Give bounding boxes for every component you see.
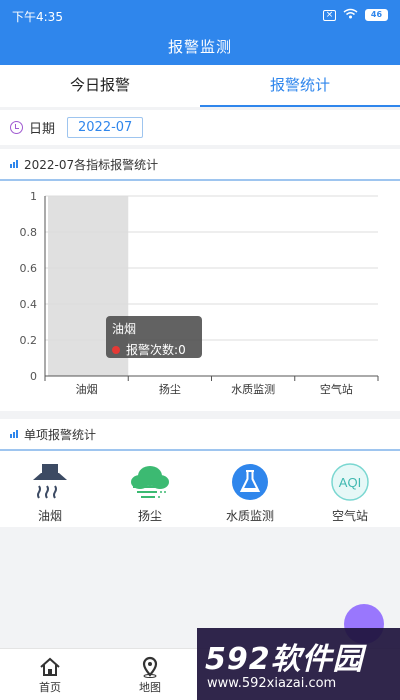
alarm-bar-chart[interactable]: 00.20.40.60.81油烟 扬尘 水质监测 空气站	[0, 183, 400, 411]
stat-item-air-station[interactable]: AQI 空气站	[300, 461, 400, 524]
tab-today-alarms[interactable]: 今日报警	[0, 65, 200, 107]
nav-home-label: 首页	[39, 681, 61, 694]
home-icon	[0, 655, 100, 679]
y-tick-label: 0.2	[20, 334, 38, 347]
watermark-brand: 592软件园	[205, 642, 364, 677]
chart-tooltip: 油烟 报警次数: 0	[106, 316, 202, 358]
stat-item-label: 空气站	[331, 509, 368, 523]
stat-item-dust[interactable]: 扬尘	[100, 461, 200, 524]
wifi-icon	[343, 8, 358, 22]
tab-alarm-statistics[interactable]: 报警统计	[200, 65, 400, 107]
tooltip-title: 油烟	[112, 322, 137, 336]
aqi-icon: AQI	[300, 461, 400, 503]
y-tick-label: 0	[30, 370, 37, 383]
stat-item-oil-fume[interactable]: 油烟	[0, 461, 100, 524]
watermark: 592软件园 www.592xiazai.com	[197, 628, 400, 700]
x-tick-label: 油烟	[76, 382, 98, 396]
date-label: 日期	[29, 122, 56, 137]
chart-card-header: 2022-07各指标报警统计	[0, 149, 400, 181]
date-filter: 日期 2022-07	[0, 110, 400, 145]
notification-icon: ×	[323, 9, 336, 21]
single-stats-card: 单项报警统计 油烟 扬尘 水质监测 AQI 空气站	[0, 419, 400, 527]
y-tick-label: 0.4	[20, 298, 38, 311]
x-tick-label: 水质监测	[231, 383, 275, 396]
date-picker[interactable]: 2022-07	[67, 117, 144, 138]
range-hood-icon	[0, 461, 100, 503]
svg-text:AQI: AQI	[339, 475, 361, 490]
status-time: 下午4:35	[12, 10, 63, 24]
status-icons: × 46	[323, 8, 388, 22]
nav-map-label: 地图	[139, 681, 161, 694]
watermark-url: www.592xiazai.com	[207, 676, 337, 691]
map-pin-icon	[100, 655, 200, 679]
dust-cloud-icon	[100, 461, 200, 503]
tooltip-series-name: 报警次数	[126, 343, 175, 357]
y-tick-label: 1	[30, 190, 37, 203]
chart-card: 2022-07各指标报警统计 0 0.2 0.4 0.6 0.8 1 油烟 扬尘 水质监测 空气站	[0, 149, 400, 411]
nav-map[interactable]: 地图	[100, 649, 200, 700]
flask-icon	[200, 461, 300, 503]
single-stats-title: 单项报警统计	[24, 427, 97, 442]
stat-item-water-quality[interactable]: 水质监测	[200, 461, 300, 524]
status-bar: 下午4:35 × 46	[0, 0, 400, 30]
page-title: 报警监测	[0, 30, 400, 65]
bar-chart-icon	[10, 160, 18, 168]
nav-home[interactable]: 首页	[0, 649, 100, 700]
x-tick-label: 空气站	[320, 382, 353, 396]
single-stats-header: 单项报警统计	[0, 419, 400, 451]
stat-item-label: 扬尘	[137, 509, 162, 523]
y-tick-label: 0.8	[20, 226, 38, 239]
bar-chart-icon	[10, 430, 18, 438]
alarm-clock-icon	[10, 121, 23, 134]
stat-item-label: 油烟	[37, 509, 62, 523]
tooltip-value: 0	[178, 342, 186, 357]
chart-title: 2022-07各指标报警统计	[24, 157, 159, 172]
battery-icon: 46	[365, 9, 388, 21]
stat-item-label: 水质监测	[225, 509, 274, 523]
tooltip-series-dot	[112, 345, 120, 354]
y-tick-label: 0.6	[20, 262, 38, 275]
x-tick-label: 扬尘	[159, 382, 181, 396]
tab-bar: 今日报警 报警统计	[0, 65, 400, 107]
